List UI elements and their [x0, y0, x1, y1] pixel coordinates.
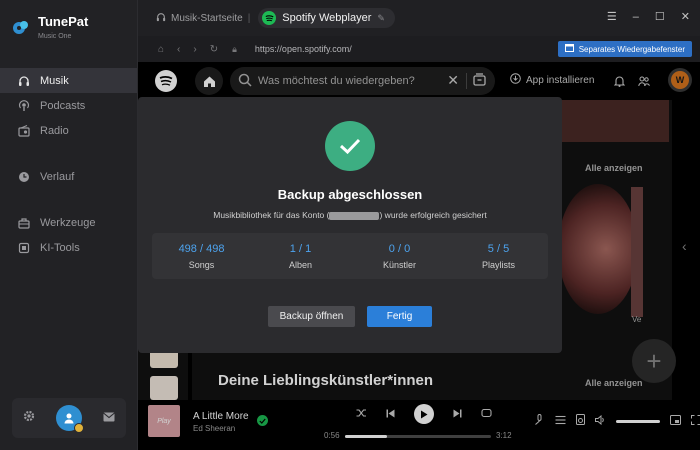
sidebar-item-label: Musik — [40, 74, 69, 87]
forward-icon[interactable]: › — [193, 44, 196, 55]
sidebar: TunePat Music One Musik Podcasts Radio V… — [0, 0, 138, 450]
sidebar-item-label: Podcasts — [40, 99, 86, 112]
stat-label: Alben — [288, 259, 313, 270]
sidebar-item-werkzeuge[interactable]: Werkzeuge — [0, 210, 137, 235]
edit-icon[interactable]: ✎ — [377, 13, 385, 24]
window-controls: ☰ – ☐ ✕ — [607, 11, 690, 23]
breadcrumb-separator: | — [247, 12, 251, 24]
settings-gear-icon[interactable] — [23, 409, 35, 427]
open-backup-button[interactable]: Backup öffnen — [268, 306, 355, 327]
sidebar-item-label: Radio — [40, 124, 69, 137]
breadcrumb[interactable]: Musik-Startseite | — [156, 12, 250, 25]
sidebar-item-label: Verlauf — [40, 170, 75, 183]
dialog-message: Musikbibliothek für das Konto ( ) wurde e… — [138, 210, 562, 220]
podcast-icon — [18, 99, 30, 112]
stat-label: Künstler — [382, 259, 417, 270]
stat-value: 498 / 498 — [178, 242, 225, 255]
spotify-icon — [262, 11, 277, 25]
title-bar: Musik-Startseite | Spotify Webplayer ✎ ☰… — [138, 0, 700, 36]
tab-spotify-webplayer[interactable]: Spotify Webplayer ✎ — [258, 8, 395, 28]
home-icon[interactable]: ⌂ — [158, 44, 164, 55]
app-subtitle: Music One — [38, 33, 72, 40]
address-bar: ⌂ ‹ › ↻ 🔒︎ https://open.spotify.com/ Sep… — [138, 36, 700, 62]
account-avatar[interactable] — [55, 405, 84, 433]
sidebar-item-podcasts[interactable]: Podcasts — [0, 93, 137, 118]
maximize-icon[interactable]: ☐ — [655, 11, 665, 23]
separate-window-button[interactable]: Separates Wiedergabefenster — [557, 41, 692, 57]
backup-complete-dialog: Backup abgeschlossen Musikbibliothek für… — [138, 97, 562, 353]
sidebar-item-label: Werkzeuge — [40, 216, 96, 229]
clock-icon — [18, 171, 30, 183]
app-name: TunePat — [38, 14, 89, 29]
stat-value: 0 / 0 — [388, 242, 411, 255]
sidebar-item-label: KI-Tools — [40, 241, 80, 254]
stat-label: Songs — [188, 259, 215, 270]
ai-icon — [18, 242, 30, 254]
headphones-icon — [18, 75, 30, 87]
url-field[interactable]: https://open.spotify.com/ — [255, 44, 352, 54]
brand: TunePat Music One — [12, 14, 88, 40]
tab-label: Spotify Webplayer — [282, 12, 372, 24]
mail-icon[interactable] — [103, 409, 116, 427]
done-button[interactable]: Fertig — [367, 306, 432, 327]
headphones-icon — [156, 12, 166, 25]
minimize-icon[interactable]: – — [633, 11, 639, 23]
sidebar-footer — [12, 398, 126, 438]
dialog-message-suffix: ) wurde erfolgreich gesichert — [379, 210, 487, 220]
dialog-message-prefix: Musikbibliothek für das Konto ( — [213, 210, 330, 220]
premium-badge-icon — [73, 423, 84, 433]
lock-icon: 🔒︎ — [232, 43, 237, 54]
stat-albums: 1 / 1 Alben — [251, 233, 350, 279]
stat-value: 5 / 5 — [487, 242, 510, 255]
menu-icon[interactable]: ☰ — [607, 11, 617, 23]
stat-playlists: 5 / 5 Playlists — [449, 233, 548, 279]
stat-value: 1 / 1 — [289, 242, 312, 255]
app-window: TunePat Music One Musik Podcasts Radio V… — [0, 0, 700, 450]
redacted-account — [329, 211, 380, 220]
sidebar-item-radio[interactable]: Radio — [0, 118, 137, 143]
sidebar-item-ki-tools[interactable]: KI-Tools — [0, 235, 137, 260]
window-icon — [564, 44, 574, 54]
back-icon[interactable]: ‹ — [177, 44, 180, 55]
dialog-title: Backup abgeschlossen — [277, 187, 423, 202]
tunepat-logo-icon — [12, 18, 30, 36]
toolbox-icon — [18, 217, 30, 229]
separate-window-label: Separates Wiedergabefenster — [578, 44, 685, 54]
sidebar-item-musik[interactable]: Musik — [0, 68, 137, 93]
close-icon[interactable]: ✕ — [681, 11, 690, 23]
backup-stats: 498 / 498 Songs 1 / 1 Alben 0 / 0 Künstl… — [152, 233, 548, 279]
stat-songs: 498 / 498 Songs — [152, 233, 251, 279]
sidebar-item-verlauf[interactable]: Verlauf — [0, 164, 137, 189]
stat-artists: 0 / 0 Künstler — [350, 233, 449, 279]
breadcrumb-label: Musik-Startseite — [171, 12, 243, 24]
radio-icon — [18, 124, 30, 137]
reload-icon[interactable]: ↻ — [210, 44, 218, 55]
success-check-icon — [325, 121, 375, 171]
browser-nav: ⌂ ‹ › ↻ — [158, 44, 218, 55]
stat-label: Playlists — [481, 259, 515, 270]
